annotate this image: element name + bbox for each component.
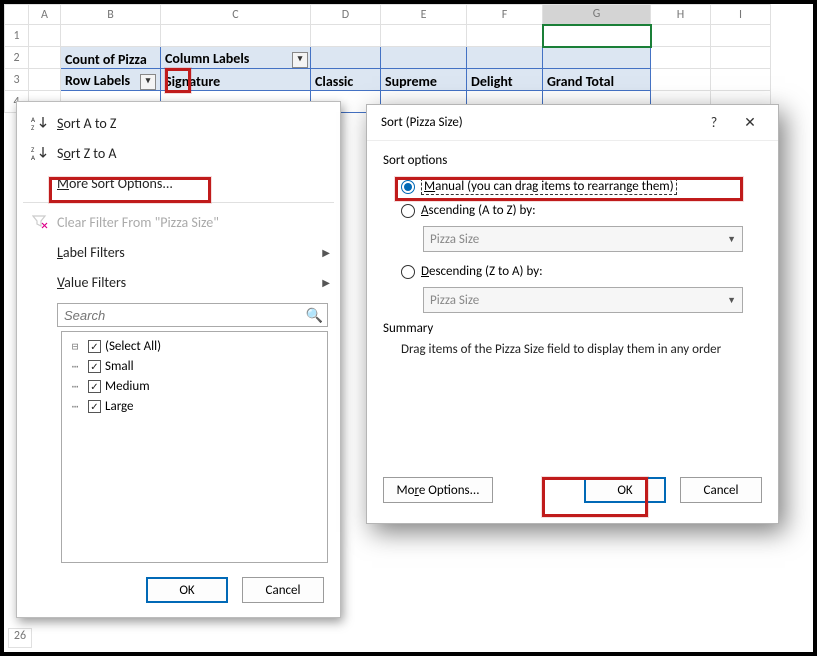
- select-value: Pizza Size: [430, 232, 479, 247]
- row-header-2[interactable]: 2: [5, 47, 29, 69]
- sort-options-label: Sort options: [383, 153, 762, 168]
- blank-icon: [29, 243, 51, 261]
- radio-icon[interactable]: [401, 265, 415, 279]
- sort-dialog: Sort (Pizza Size) ? ✕ Sort options Manua…: [366, 104, 779, 524]
- pivot-count-label[interactable]: Count of Pizza: [61, 47, 161, 69]
- svg-text:Z: Z: [31, 123, 35, 131]
- filter-item-medium[interactable]: ⋯ ✓ Medium: [66, 376, 323, 396]
- col-header-H[interactable]: H: [651, 5, 711, 25]
- sort-za-icon: ZA: [29, 144, 51, 162]
- dialog-title: Sort (Pizza Size): [381, 115, 696, 130]
- summary-text: Drag items of the Pizza Size field to di…: [401, 342, 762, 357]
- svg-text:A: A: [31, 153, 36, 161]
- filter-item-select-all[interactable]: ⊟ ✓ (Select All): [66, 336, 323, 356]
- radio-icon[interactable]: [401, 204, 415, 218]
- filter-ok-button[interactable]: OK: [146, 577, 228, 603]
- sort-a-to-z[interactable]: AZ Sort A to Z: [17, 108, 340, 138]
- active-cell-G1[interactable]: [543, 25, 651, 47]
- sort-za-label: Sort Z to A: [57, 145, 330, 162]
- pivot-col-delight[interactable]: Delight: [467, 69, 543, 91]
- pivot-col-supreme[interactable]: Supreme: [381, 69, 467, 91]
- clear-filter-icon: [29, 213, 51, 231]
- filter-item-label: Large: [105, 399, 134, 414]
- value-filters[interactable]: Value Filters ▶: [17, 267, 340, 297]
- blank-icon: [29, 273, 51, 291]
- sort-az-label: Sort A to Z: [57, 115, 330, 132]
- sort-az-icon: AZ: [29, 114, 51, 132]
- option-descending-label: Descending (Z to A) by:: [421, 264, 543, 279]
- filter-item-label: (Select All): [105, 339, 161, 354]
- filter-item-small[interactable]: ⋯ ✓ Small: [66, 356, 323, 376]
- col-header-D[interactable]: D: [311, 5, 381, 25]
- chevron-right-icon: ▶: [322, 246, 330, 259]
- more-options-label: More Options...: [396, 483, 479, 498]
- help-button[interactable]: ?: [696, 114, 732, 131]
- chevron-down-icon: ▼: [727, 295, 736, 306]
- filter-item-label: Medium: [105, 379, 150, 394]
- row-header-1[interactable]: 1: [5, 25, 29, 47]
- search-input-wrap[interactable]: 🔍: [57, 303, 328, 327]
- close-button[interactable]: ✕: [732, 114, 768, 131]
- callout-manual-option: [395, 177, 743, 201]
- filter-cancel-button[interactable]: Cancel: [242, 577, 324, 603]
- descending-field-select[interactable]: Pizza Size ▼: [423, 287, 743, 313]
- column-labels-filter-button[interactable]: ▾: [292, 52, 308, 68]
- summary-label: Summary: [383, 321, 762, 336]
- value-filters-label: Value Filters: [57, 274, 322, 291]
- pivot-row-labels: Row Labels: [65, 72, 130, 89]
- col-header-I[interactable]: I: [711, 5, 771, 25]
- pivot-col-grandtotal[interactable]: Grand Total: [543, 69, 651, 91]
- label-filters[interactable]: Label Filters ▶: [17, 237, 340, 267]
- row-header-26[interactable]: 26: [8, 628, 32, 648]
- pivot-col-classic[interactable]: Classic: [311, 69, 381, 91]
- search-icon: 🔍: [306, 307, 323, 324]
- row-header-3[interactable]: 3: [5, 69, 29, 91]
- spreadsheet-grid: A B C D E F G H I 1 2 Count of Pizza Col…: [4, 4, 813, 113]
- option-ascending-label: Ascending (A to Z) by:: [421, 203, 536, 218]
- col-header-A[interactable]: A: [29, 5, 61, 25]
- dialog-titlebar[interactable]: Sort (Pizza Size) ? ✕: [367, 105, 778, 141]
- checkbox-checked-icon[interactable]: ✓: [88, 360, 101, 373]
- clear-filter-label: Clear Filter From "Pizza Size": [57, 214, 330, 231]
- select-value: Pizza Size: [430, 293, 479, 308]
- select-all-corner[interactable]: [5, 5, 29, 25]
- checkbox-checked-icon[interactable]: ✓: [88, 380, 101, 393]
- chevron-down-icon: ▼: [727, 234, 736, 245]
- search-input[interactable]: [62, 307, 306, 324]
- sort-z-to-a[interactable]: ZA Sort Z to A: [17, 138, 340, 168]
- col-header-C[interactable]: C: [161, 5, 311, 25]
- more-options-button[interactable]: More Options...: [383, 477, 493, 503]
- checkbox-checked-icon[interactable]: ✓: [88, 340, 101, 353]
- col-header-F[interactable]: F: [467, 5, 543, 25]
- col-header-B[interactable]: B: [61, 5, 161, 25]
- chevron-right-icon: ▶: [322, 276, 330, 289]
- callout-ok-button: [542, 477, 648, 517]
- filter-items-tree[interactable]: ⊟ ✓ (Select All) ⋯ ✓ Small ⋯ ✓ Medium ⋯ …: [61, 331, 328, 563]
- collapse-icon: ⊟: [66, 340, 84, 353]
- label-filters-label: Label Filters: [57, 244, 322, 261]
- callout-row-filter-button: [165, 68, 191, 93]
- col-header-E[interactable]: E: [381, 5, 467, 25]
- ascending-field-select[interactable]: Pizza Size ▼: [423, 226, 743, 252]
- checkbox-checked-icon[interactable]: ✓: [88, 400, 101, 413]
- clear-filter: Clear Filter From "Pizza Size": [17, 207, 340, 237]
- callout-more-sort-options: [49, 177, 211, 203]
- blank-icon: [29, 174, 51, 192]
- sort-cancel-button[interactable]: Cancel: [680, 477, 762, 503]
- col-header-G[interactable]: G: [543, 5, 651, 25]
- row-labels-filter-button[interactable]: ▾: [140, 74, 156, 90]
- option-descending[interactable]: Descending (Z to A) by:: [383, 260, 762, 283]
- filter-item-label: Small: [105, 359, 134, 374]
- pivot-column-labels: Column Labels: [165, 50, 249, 67]
- filter-item-large[interactable]: ⋯ ✓ Large: [66, 396, 323, 416]
- option-ascending[interactable]: Ascending (A to Z) by:: [383, 199, 762, 222]
